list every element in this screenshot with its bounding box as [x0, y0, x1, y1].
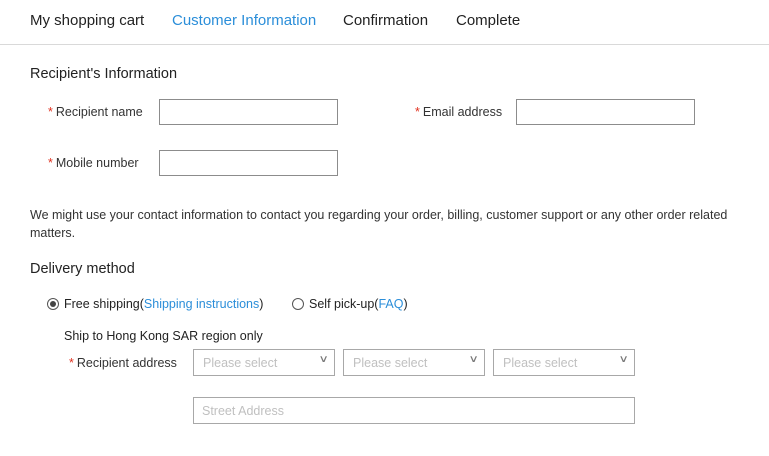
recipient-section-title: Recipient's Information	[30, 66, 178, 82]
email-address-input[interactable]	[516, 99, 695, 125]
address-region-select[interactable]: Please select ∨	[193, 349, 335, 376]
address-area-select[interactable]: Please select ∨	[493, 349, 635, 376]
free-shipping-radio[interactable]	[47, 298, 59, 310]
self-pickup-label-suffix: )	[403, 297, 408, 311]
checkout-steps-nav: My shopping cart Customer Information Co…	[0, 0, 769, 45]
free-shipping-label: Free shipping(	[64, 297, 144, 311]
shipping-region-note: Ship to Hong Kong SAR region only	[64, 329, 263, 343]
chevron-down-icon: ∨	[468, 354, 479, 365]
step-confirmation[interactable]: Confirmation	[343, 12, 428, 29]
mobile-number-input[interactable]	[159, 150, 338, 176]
free-shipping-label-suffix: )	[259, 297, 264, 311]
email-address-label-text: Email address	[422, 105, 503, 119]
contact-usage-note: We might use your contact information to…	[30, 208, 728, 240]
step-complete[interactable]: Complete	[456, 12, 520, 29]
email-address-label: * Email address	[415, 105, 502, 119]
self-pickup-label: Self pick-up(	[309, 297, 379, 311]
street-address-input[interactable]	[193, 397, 635, 424]
required-mark: *	[48, 105, 53, 119]
mobile-number-label-text: Mobile number	[55, 156, 139, 170]
free-shipping-option[interactable]: Free shipping(Shipping instructions)	[47, 297, 263, 311]
checkout-page: My shopping cart Customer Information Co…	[0, 0, 769, 456]
self-pickup-option[interactable]: Self pick-up(FAQ)	[292, 297, 408, 311]
recipient-name-label-text: Recipient name	[55, 105, 143, 119]
shipping-instructions-link[interactable]: Shipping instructions	[144, 297, 259, 311]
address-district-select-placeholder: Please select	[353, 356, 428, 370]
address-district-select[interactable]: Please select ∨	[343, 349, 485, 376]
address-area-select-placeholder: Please select	[503, 356, 578, 370]
step-customer-information[interactable]: Customer Information	[172, 12, 316, 29]
required-mark: *	[415, 105, 420, 119]
faq-link[interactable]: FAQ	[378, 297, 403, 311]
required-mark: *	[48, 156, 53, 170]
recipient-address-label-text: Recipient address	[76, 356, 177, 370]
delivery-section-title: Delivery method	[30, 261, 135, 277]
chevron-down-icon: ∨	[318, 354, 329, 365]
recipient-name-label: * Recipient name	[48, 105, 143, 119]
step-my-shopping-cart[interactable]: My shopping cart	[30, 12, 144, 29]
self-pickup-radio[interactable]	[292, 298, 304, 310]
required-mark: *	[69, 356, 74, 370]
address-region-select-placeholder: Please select	[203, 356, 278, 370]
chevron-down-icon: ∨	[618, 354, 629, 365]
recipient-name-input[interactable]	[159, 99, 338, 125]
recipient-address-label: * Recipient address	[69, 356, 177, 370]
mobile-number-label: * Mobile number	[48, 156, 139, 170]
